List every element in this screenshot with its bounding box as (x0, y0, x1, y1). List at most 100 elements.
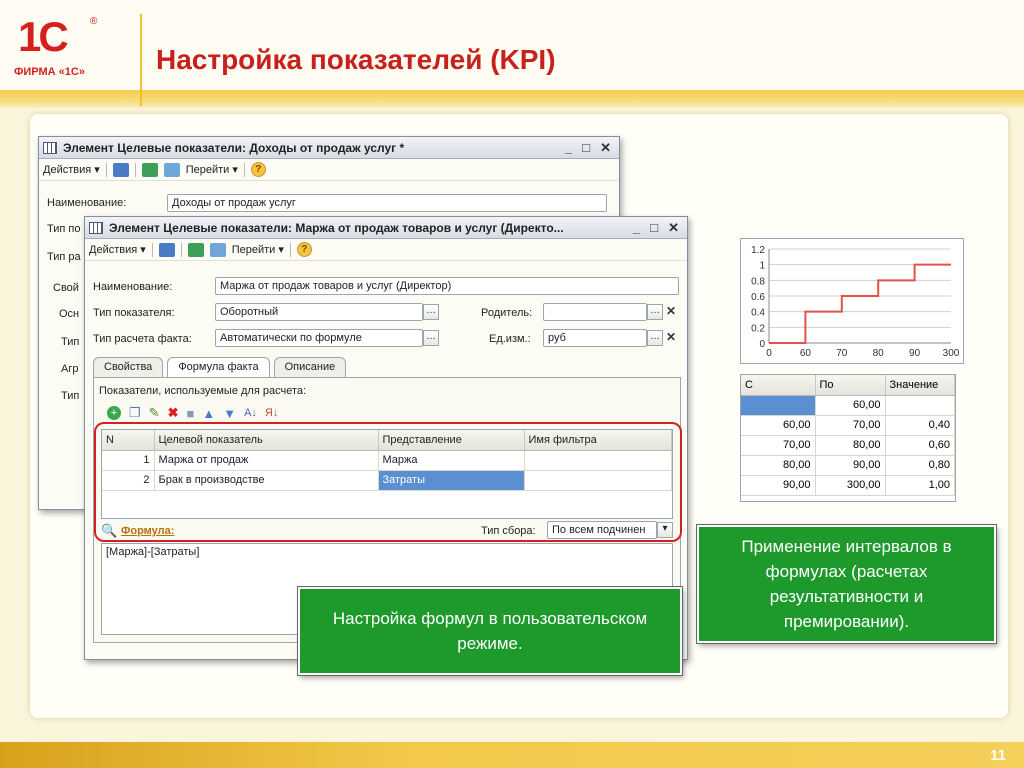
header-divider (140, 14, 142, 106)
sort-asc-icon[interactable]: А↓ (244, 407, 257, 419)
refresh-icon[interactable] (163, 162, 180, 177)
parent-label: Родитель: (481, 307, 533, 319)
header-rule (0, 90, 1024, 108)
unit-label: Ед.изм.: (489, 333, 531, 345)
highlight-frame (94, 422, 682, 542)
partial-tab[interactable]: Осн (59, 308, 79, 320)
back-window-titlebar[interactable]: Элемент Целевые показатели: Доходы от пр… (39, 137, 619, 159)
write-icon[interactable] (141, 162, 158, 177)
callout-intervals: Применение интервалов в формулах (расчет… (696, 524, 997, 644)
move-up-icon[interactable]: ▲ (202, 406, 215, 421)
x-tick-label: 80 (873, 348, 885, 359)
cell-to: 90,00 (815, 455, 886, 476)
parent-clear-icon[interactable]: ✕ (664, 303, 678, 319)
maximize-button[interactable]: □ (582, 140, 590, 156)
footer-band: 11 (0, 742, 1024, 768)
help-icon[interactable]: ? (296, 242, 312, 257)
y-tick-label: 1.2 (751, 245, 765, 256)
sort-desc-icon[interactable]: Я↓ (265, 407, 278, 419)
front-toolbar: Действия ▾ Перейти ▾ ? (85, 239, 687, 261)
unit-select-button[interactable]: … (647, 330, 663, 346)
cell-from: 60,00 (741, 415, 816, 436)
table-row[interactable]: 80,00 90,00 0,80 (741, 455, 955, 476)
indicators-caption: Показатели, используемые для расчета: (99, 385, 307, 397)
x-tick-label: 0 (766, 348, 772, 359)
maximize-button[interactable]: □ (650, 220, 658, 236)
calc-label: Тип расчета факта: (93, 333, 192, 345)
minimize-button[interactable]: _ (633, 220, 640, 236)
table-row[interactable]: 70,00 80,00 0,60 (741, 435, 955, 456)
end-edit-icon[interactable]: ■ (186, 406, 194, 421)
refresh-icon[interactable] (209, 242, 226, 257)
interval-chart: 0 0.2 0.4 0.6 0.8 1 1.2 0 60 70 80 90 300 (740, 238, 964, 364)
go-to-menu[interactable]: Перейти ▾ (232, 243, 284, 257)
interval-body: 60,00 60,00 70,00 0,40 70,00 80,00 0,60 80,00 90… (741, 395, 955, 496)
front-window-titlebar[interactable]: Элемент Целевые показатели: Маржа от про… (85, 217, 687, 239)
tab-description[interactable]: Описание (273, 357, 347, 377)
add-icon[interactable]: + (107, 406, 121, 420)
cell-value: 1,00 (885, 475, 955, 496)
tab-bar: Свойства Формула факта Описание (93, 357, 347, 377)
unit-clear-icon[interactable]: ✕ (664, 329, 678, 345)
help-icon[interactable]: ? (250, 162, 266, 177)
cell-from: 70,00 (741, 435, 816, 456)
calc-field[interactable]: Автоматически по формуле (215, 329, 423, 347)
table-row[interactable]: 60,00 (741, 395, 955, 416)
col-value[interactable]: Значение (885, 375, 955, 396)
name-field[interactable]: Доходы от продаж услуг (167, 194, 607, 212)
y-tick-label: 0 (759, 339, 765, 350)
kind-select-button[interactable]: … (423, 304, 439, 320)
col-from[interactable]: С (741, 375, 816, 396)
partial-tab[interactable]: Свой (53, 282, 79, 294)
callout-formulas-text: Настройка формул в пользовательском режи… (332, 609, 648, 653)
y-tick-label: 0.4 (751, 308, 765, 319)
actions-menu[interactable]: Действия ▾ (89, 243, 146, 257)
cell-from (741, 395, 816, 416)
logo-caption: ФИРМА «1С» (14, 66, 85, 78)
write-icon[interactable] (187, 242, 204, 257)
delete-icon[interactable]: ✖ (168, 405, 179, 421)
company-logo: 1С ® ФИРМА «1С» (14, 14, 114, 84)
kind-field[interactable]: Оборотный (215, 303, 423, 321)
cell-to: 60,00 (815, 395, 886, 416)
close-button[interactable]: ✕ (600, 140, 611, 156)
copy-icon[interactable]: ❐ (129, 405, 141, 421)
close-button[interactable]: ✕ (668, 220, 679, 236)
table-row[interactable]: 60,00 70,00 0,40 (741, 415, 955, 436)
grid-toolbar: + ❐ ✎ ✖ ■ ▲ ▼ А↓ Я↓ (107, 405, 278, 421)
move-down-icon[interactable]: ▼ (223, 406, 236, 421)
name-label: Наименование: (47, 197, 127, 209)
partial-label: Агр (61, 363, 79, 375)
tab-properties[interactable]: Свойства (93, 357, 164, 377)
callout-intervals-text: Применение интервалов в формулах (расчет… (741, 537, 952, 631)
partial-label: Тип ра (47, 251, 81, 263)
step-chart: 0 0.2 0.4 0.6 0.8 1 1.2 0 60 70 80 90 300 (751, 245, 960, 359)
chevron-down-icon: ▾ (94, 164, 100, 176)
name-field[interactable]: Маржа от продаж товаров и услуг (Директо… (215, 277, 679, 295)
col-to[interactable]: По (815, 375, 886, 396)
unit-field[interactable]: руб (543, 329, 647, 347)
go-to-menu[interactable]: Перейти ▾ (186, 163, 238, 177)
kind-label: Тип показателя: (93, 307, 175, 319)
catalog-icon (43, 141, 57, 154)
front-window-title: Элемент Целевые показатели: Маржа от про… (109, 220, 564, 235)
parent-select-button[interactable]: … (647, 304, 663, 320)
y-tick-label: 0.2 (751, 323, 765, 334)
minimize-button[interactable]: _ (565, 140, 572, 156)
x-tick-label: 90 (909, 348, 921, 359)
logo-mark: 1С (18, 13, 69, 60)
calc-select-button[interactable]: … (423, 330, 439, 346)
actions-menu[interactable]: Действия ▾ (43, 163, 100, 177)
edit-icon[interactable]: ✎ (149, 405, 160, 421)
registered-icon: ® (90, 16, 98, 27)
table-row[interactable]: 90,00 300,00 1,00 (741, 475, 955, 496)
tab-fact-formula[interactable]: Формула факта (167, 357, 270, 377)
y-tick-label: 1 (759, 261, 765, 272)
parent-field[interactable] (543, 303, 647, 321)
save-close-icon[interactable] (112, 162, 129, 177)
x-tick-label: 70 (836, 348, 848, 359)
cell-value: 0,40 (885, 415, 955, 436)
save-close-icon[interactable] (158, 242, 175, 257)
cell-to: 70,00 (815, 415, 886, 436)
cell-value (885, 395, 955, 416)
